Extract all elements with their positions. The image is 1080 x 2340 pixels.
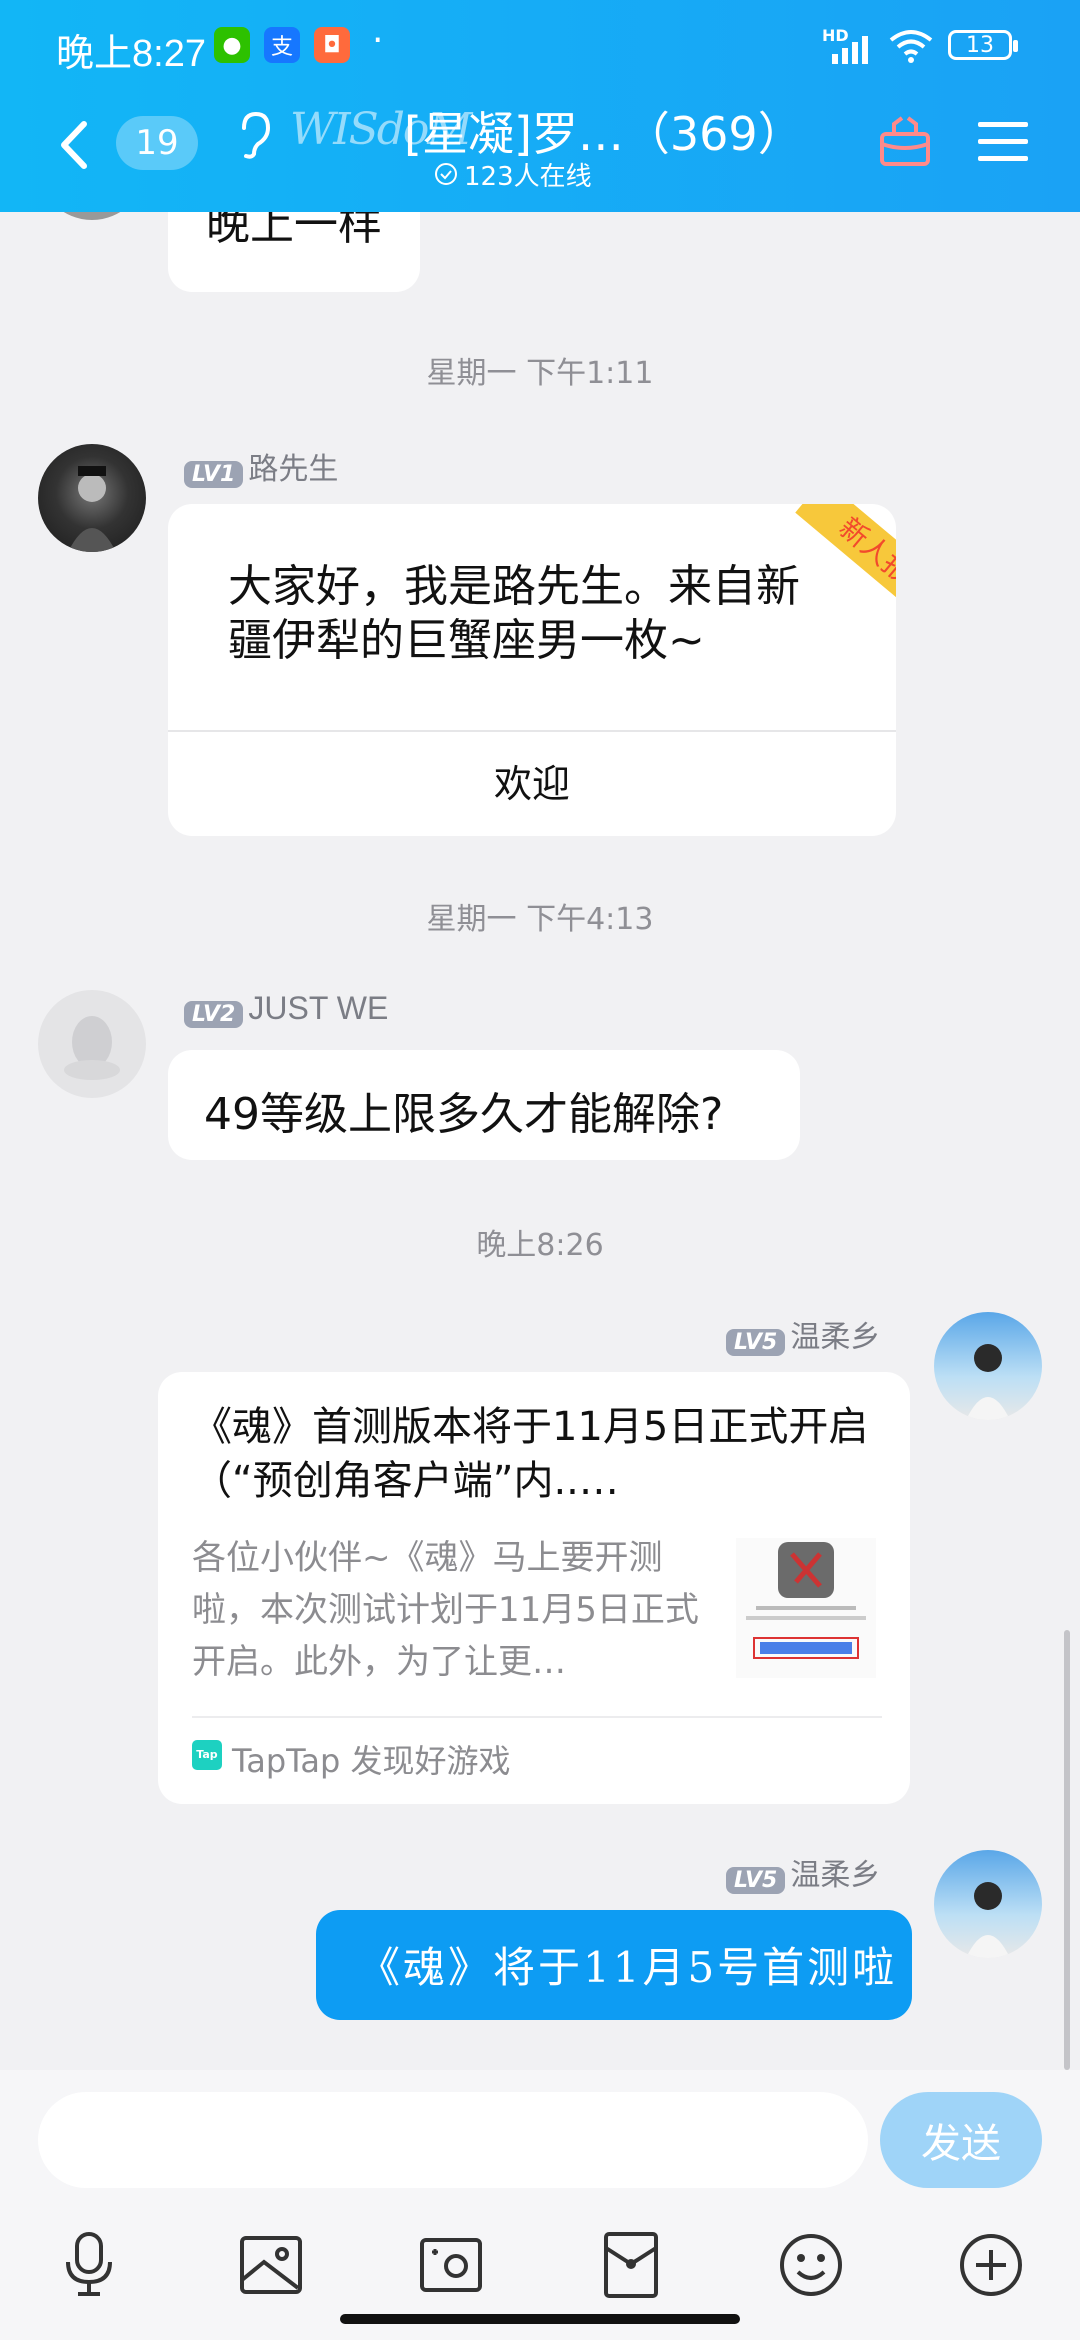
unread-count-badge[interactable]: 19 [116, 116, 198, 170]
level-badge: LV5 [726, 1329, 786, 1356]
sender-info: LV5 温柔乡 [726, 1312, 880, 1356]
timestamp: 星期一 下午4:13 [426, 902, 654, 937]
image-icon[interactable] [236, 2230, 306, 2300]
chat-header: 晚上8:27 ● 支 ◘ · HD 13 19 WISdoM [星凝]罗…（36… [0, 0, 1080, 212]
message-text: 晚上一样 [206, 212, 382, 250]
sender-name[interactable]: 路先生 [248, 452, 338, 487]
avatar-person-icon [966, 1882, 1010, 1958]
card-title: 《魂》首测版本将于11月5日正式开启（“预创角客户端”内..… [192, 1404, 869, 1504]
shop-icon: ◘ [314, 27, 350, 63]
message-bubble[interactable]: 49等级上限多久才能解除? [168, 1050, 800, 1160]
camera-icon[interactable] [416, 2230, 486, 2300]
alipay-icon: 支 [264, 27, 300, 63]
input-bar: 发送 [0, 2070, 1080, 2340]
self-message-bubble[interactable]: 《魂》将于11月5号首测啦 [316, 1910, 912, 2020]
avatar-self[interactable] [934, 1312, 1042, 1420]
sender-info: LV1 路先生 [184, 444, 338, 488]
status-time: 晚上8:27 [56, 33, 206, 75]
home-indicator[interactable] [340, 2314, 740, 2324]
avatar-figure-icon [68, 466, 116, 552]
game-thumbnail-icon [746, 1542, 866, 1659]
message-bubble[interactable]: 晚上一样 [168, 212, 420, 292]
gift-icon[interactable] [878, 114, 932, 168]
sender-info: LV2 JUST WE [184, 990, 388, 1028]
taptap-icon: Tap [192, 1740, 222, 1770]
emoji-icon[interactable] [776, 2230, 846, 2300]
sender-name[interactable]: JUST WE [248, 990, 388, 1026]
message-input[interactable] [38, 2092, 868, 2188]
card-source: TapTap 发现好游戏 [232, 1742, 511, 1780]
newcomer-text: 大家好，我是路先生。来自新疆伊犁的巨蟹座男一枚~ [228, 561, 800, 666]
message-text: 49等级上限多久才能解除? [204, 1089, 724, 1140]
avatar-justwe[interactable] [38, 990, 146, 1098]
battery-icon: 13 [948, 30, 1018, 60]
level-badge: LV1 [184, 461, 244, 488]
sender-info: LV5 温柔乡 [726, 1850, 880, 1894]
signal-icon [832, 36, 868, 64]
welcome-button[interactable]: 欢迎 [168, 732, 896, 836]
sender-name[interactable]: 温柔乡 [790, 1858, 880, 1893]
message-text: 《魂》将于11月5号首测啦 [358, 1943, 898, 1992]
avatar[interactable] [38, 212, 146, 220]
level-badge: LV5 [726, 1867, 786, 1894]
ear-icon[interactable] [236, 110, 272, 160]
penguin-icon [64, 1016, 120, 1080]
avatar-self[interactable] [934, 1850, 1042, 1958]
menu-icon[interactable] [978, 120, 1028, 164]
redpacket-icon[interactable] [596, 2230, 666, 2300]
status-dot: · [372, 20, 384, 61]
message-list[interactable]: 晚上一样 星期一 下午1:11 LV1 路先生 新人报到 大家好，我是路先生。来… [0, 212, 1080, 2070]
avatar-person-icon [966, 1344, 1010, 1420]
divider [192, 1716, 882, 1718]
scrollbar[interactable] [1064, 1630, 1070, 2070]
plus-icon[interactable] [956, 2230, 1026, 2300]
card-description: 各位小伙伴~《魂》马上要开测啦，本次测试计划于11月5日正式开启。此外，为了让更… [192, 1538, 699, 1682]
timestamp: 星期一 下午1:11 [426, 356, 654, 391]
avatar-lu[interactable] [38, 444, 146, 552]
mic-icon[interactable] [54, 2230, 124, 2300]
online-count: 123人在线 [464, 162, 592, 192]
wifi-icon [889, 30, 933, 63]
link-card[interactable]: 《魂》首测版本将于11月5日正式开启（“预创角客户端”内..… 各位小伙伴~《魂… [158, 1372, 910, 1804]
back-icon[interactable] [58, 120, 90, 170]
sender-name[interactable]: 温柔乡 [790, 1320, 880, 1355]
status-bar: 晚上8:27 ● 支 ◘ · HD 13 [0, 0, 1080, 96]
level-badge: LV2 [184, 1001, 244, 1028]
wechat-icon: ● [214, 27, 250, 63]
group-title[interactable]: [星凝]罗…（369） [404, 98, 804, 164]
nav-bar: 19 WISdoM [星凝]罗…（369） 123人在线 [0, 96, 1080, 212]
card-thumbnail [736, 1538, 876, 1678]
newcomer-card[interactable]: 新人报到 大家好，我是路先生。来自新疆伊犁的巨蟹座男一枚~ 欢迎 [168, 504, 896, 836]
online-check-icon [435, 163, 457, 185]
send-button[interactable]: 发送 [880, 2092, 1042, 2188]
timestamp: 晚上8:26 [476, 1228, 604, 1263]
